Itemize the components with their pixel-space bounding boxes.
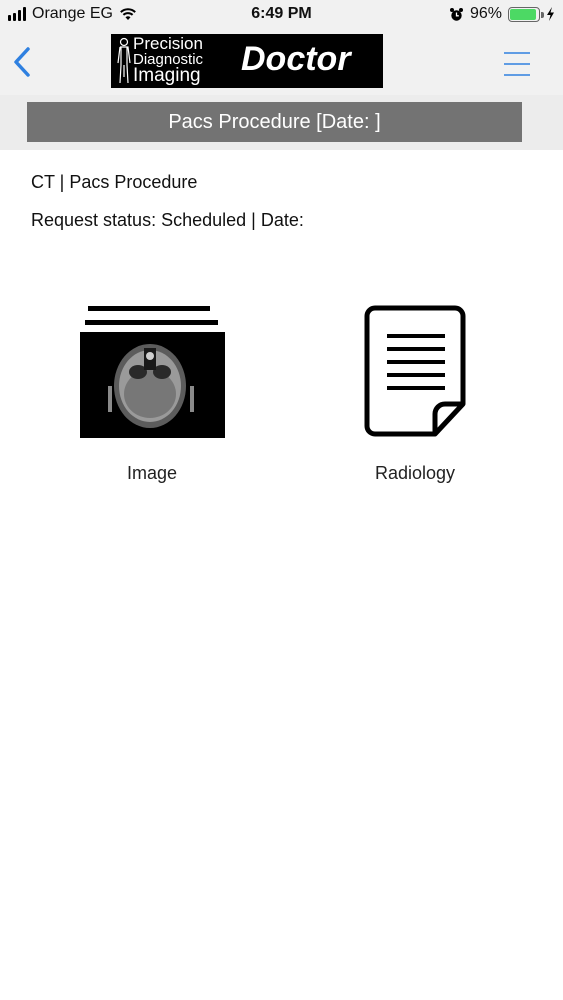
human-figure-icon xyxy=(117,37,131,84)
logo-doctor-text: Doctor xyxy=(241,40,351,78)
nav-bar: Precision Diagnostic Imaging Doctor xyxy=(0,28,563,95)
radiology-tile-label: Radiology xyxy=(374,463,456,483)
charging-bolt-icon xyxy=(547,7,554,21)
battery-icon xyxy=(508,6,544,22)
document-icon xyxy=(364,305,466,437)
hamburger-menu-icon[interactable] xyxy=(503,51,531,77)
battery-percent: 96% xyxy=(469,5,502,22)
logo-brand-line1: Precision xyxy=(133,34,203,53)
back-chevron-icon[interactable] xyxy=(10,45,36,79)
procedure-type: CT | Pacs Procedure xyxy=(31,172,198,192)
radiology-tile[interactable]: Radiology xyxy=(345,304,485,484)
status-right: 96% xyxy=(449,5,555,23)
page-title: Pacs Procedure [Date: ] xyxy=(27,102,522,142)
image-tile-label: Image xyxy=(126,463,178,483)
app-logo: Precision Diagnostic Imaging Doctor xyxy=(111,34,383,88)
alarm-icon xyxy=(449,7,463,21)
ct-scan-image-icon xyxy=(80,306,225,438)
status-bar: Orange EG 6:49 PM 96% xyxy=(0,0,563,28)
logo-brand-text: Precision Diagnostic Imaging xyxy=(133,34,203,86)
image-tile[interactable]: Image xyxy=(77,304,227,484)
request-status: Request status: Scheduled | Date: xyxy=(31,210,304,230)
logo-brand-line3: Imaging xyxy=(133,65,201,86)
title-bar: Pacs Procedure [Date: ] xyxy=(0,95,563,150)
